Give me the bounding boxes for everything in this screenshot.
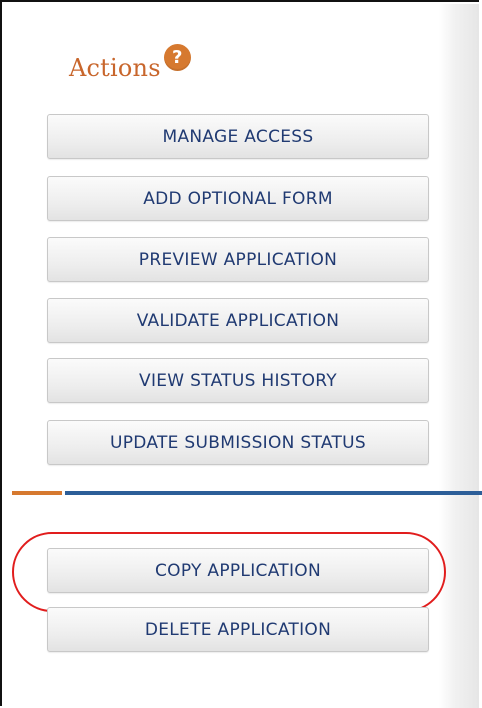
- add-optional-form-button[interactable]: ADD OPTIONAL FORM: [47, 176, 429, 221]
- actions-panel: Actions ? MANAGE ACCESS ADD OPTIONAL FOR…: [0, 0, 482, 708]
- update-submission-status-button[interactable]: UPDATE SUBMISSION STATUS: [47, 420, 429, 465]
- validate-application-button[interactable]: VALIDATE APPLICATION: [47, 298, 429, 343]
- help-icon[interactable]: ?: [163, 44, 191, 71]
- actions-header: Actions ?: [69, 44, 191, 88]
- copy-application-button[interactable]: COPY APPLICATION: [47, 548, 429, 593]
- actions-title: Actions: [69, 54, 161, 82]
- panel-edge-shadow: [439, 4, 479, 708]
- preview-application-button[interactable]: PREVIEW APPLICATION: [47, 237, 429, 282]
- section-divider-accent: [12, 491, 62, 495]
- section-divider: [65, 491, 482, 495]
- delete-application-button[interactable]: DELETE APPLICATION: [47, 607, 429, 652]
- manage-access-button[interactable]: MANAGE ACCESS: [47, 114, 429, 159]
- view-status-history-button[interactable]: VIEW STATUS HISTORY: [47, 358, 429, 403]
